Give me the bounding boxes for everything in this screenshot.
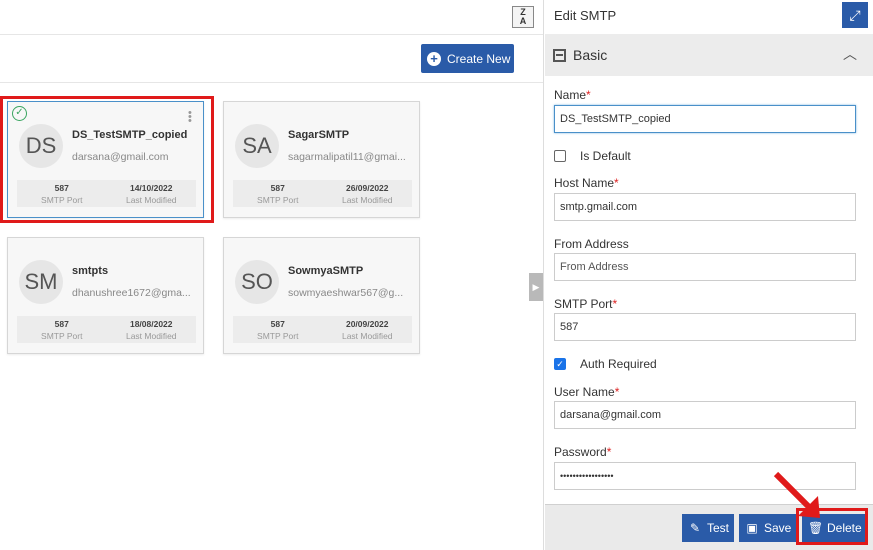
card-footer: 587 SMTP Port 26/09/2022 Last Modified: [233, 180, 412, 207]
test-icon: ✎: [689, 521, 701, 535]
card-footer: 587 SMTP Port 20/09/2022 Last Modified: [233, 316, 412, 343]
modified-label: Last Modified: [341, 195, 393, 205]
avatar: SM: [19, 260, 63, 304]
modified-value: 18/08/2022: [129, 319, 173, 329]
host-input[interactable]: smtp.gmail.com: [554, 193, 856, 221]
smtp-port-input[interactable]: 587: [554, 313, 856, 341]
plus-icon: +: [427, 51, 441, 66]
card-name: SowmyaSMTP: [288, 265, 364, 277]
avatar: SA: [235, 124, 279, 168]
from-address-input[interactable]: From Address: [554, 253, 856, 281]
create-new-button[interactable]: + Create New: [421, 44, 514, 73]
section-title: Basic: [573, 47, 608, 63]
create-new-label: Create New: [447, 51, 511, 66]
port-label: SMTP Port: [257, 195, 299, 205]
card-name: smtpts: [72, 265, 109, 277]
smtp-card[interactable]: SO SowmyaSMTP sowmyaeshwar567@g... 587 SM…: [223, 237, 420, 354]
divider: [0, 34, 543, 35]
is-default-label: Is Default: [580, 149, 631, 163]
collapse-panel-icon[interactable]: ▶: [529, 273, 543, 301]
save-icon: ▣: [746, 521, 758, 535]
form-icon: [553, 49, 566, 62]
auth-required-label: Auth Required: [580, 357, 657, 371]
password-label: Password*: [554, 445, 612, 459]
port-value: 587: [54, 319, 69, 329]
card-email: sowmyaeshwar567@g...: [288, 287, 404, 299]
from-label: From Address: [554, 237, 629, 251]
user-name-input[interactable]: darsana@gmail.com: [554, 401, 856, 429]
auth-required-checkbox[interactable]: ✓: [554, 358, 566, 370]
user-label: User Name*: [554, 385, 620, 399]
sort-za-icon[interactable]: Z A: [512, 6, 534, 28]
edit-smtp-panel: Edit SMTP ⤢ Basic ︿ Name* DS_TestSMTP_co…: [543, 0, 873, 550]
port-value: 587: [270, 183, 285, 193]
port-label: SMTP Port: [41, 331, 83, 341]
sort-label-bottom: A: [519, 16, 527, 26]
modified-label: Last Modified: [125, 331, 177, 341]
card-email: dhanushree1672@gma...: [72, 287, 191, 299]
card-footer: 587 SMTP Port 18/08/2022 Last Modified: [17, 316, 196, 343]
name-label: Name*: [554, 88, 591, 102]
divider: [0, 82, 543, 83]
smtp-list-area: Z A + Create New ✓ • • • DS DS_TestSMTP_co…: [0, 0, 543, 550]
card-email: sagarmalipatil11@gmai...: [288, 151, 406, 163]
name-input[interactable]: DS_TestSMTP_copied: [554, 105, 856, 133]
port-label: SMTP Port*: [554, 297, 618, 311]
highlight-box: [0, 96, 214, 223]
modified-label: Last Modified: [341, 331, 393, 341]
test-label: Test: [707, 521, 730, 535]
modified-value: 26/09/2022: [345, 183, 389, 193]
avatar: SO: [235, 260, 279, 304]
smtp-card[interactable]: SA SagarSMTP sagarmalipatil11@gmai... 58…: [223, 101, 420, 218]
chevron-up-icon: ︿: [843, 46, 857, 62]
panel-title: Edit SMTP: [554, 8, 617, 23]
pointer-arrow-icon: [773, 471, 820, 518]
test-button[interactable]: ✎ Test: [682, 514, 734, 542]
section-header-basic[interactable]: Basic ︿: [545, 34, 873, 76]
smtp-card[interactable]: SM smtpts dhanushree1672@gma... 587 SMTP …: [7, 237, 204, 354]
port-label: SMTP Port: [257, 331, 299, 341]
expand-icon[interactable]: ⤢: [842, 2, 868, 28]
is-default-checkbox[interactable]: [554, 150, 566, 162]
port-value: 587: [270, 319, 285, 329]
host-label: Host Name*: [554, 176, 619, 190]
modified-value: 20/09/2022: [345, 319, 389, 329]
card-name: SagarSMTP: [288, 129, 350, 141]
